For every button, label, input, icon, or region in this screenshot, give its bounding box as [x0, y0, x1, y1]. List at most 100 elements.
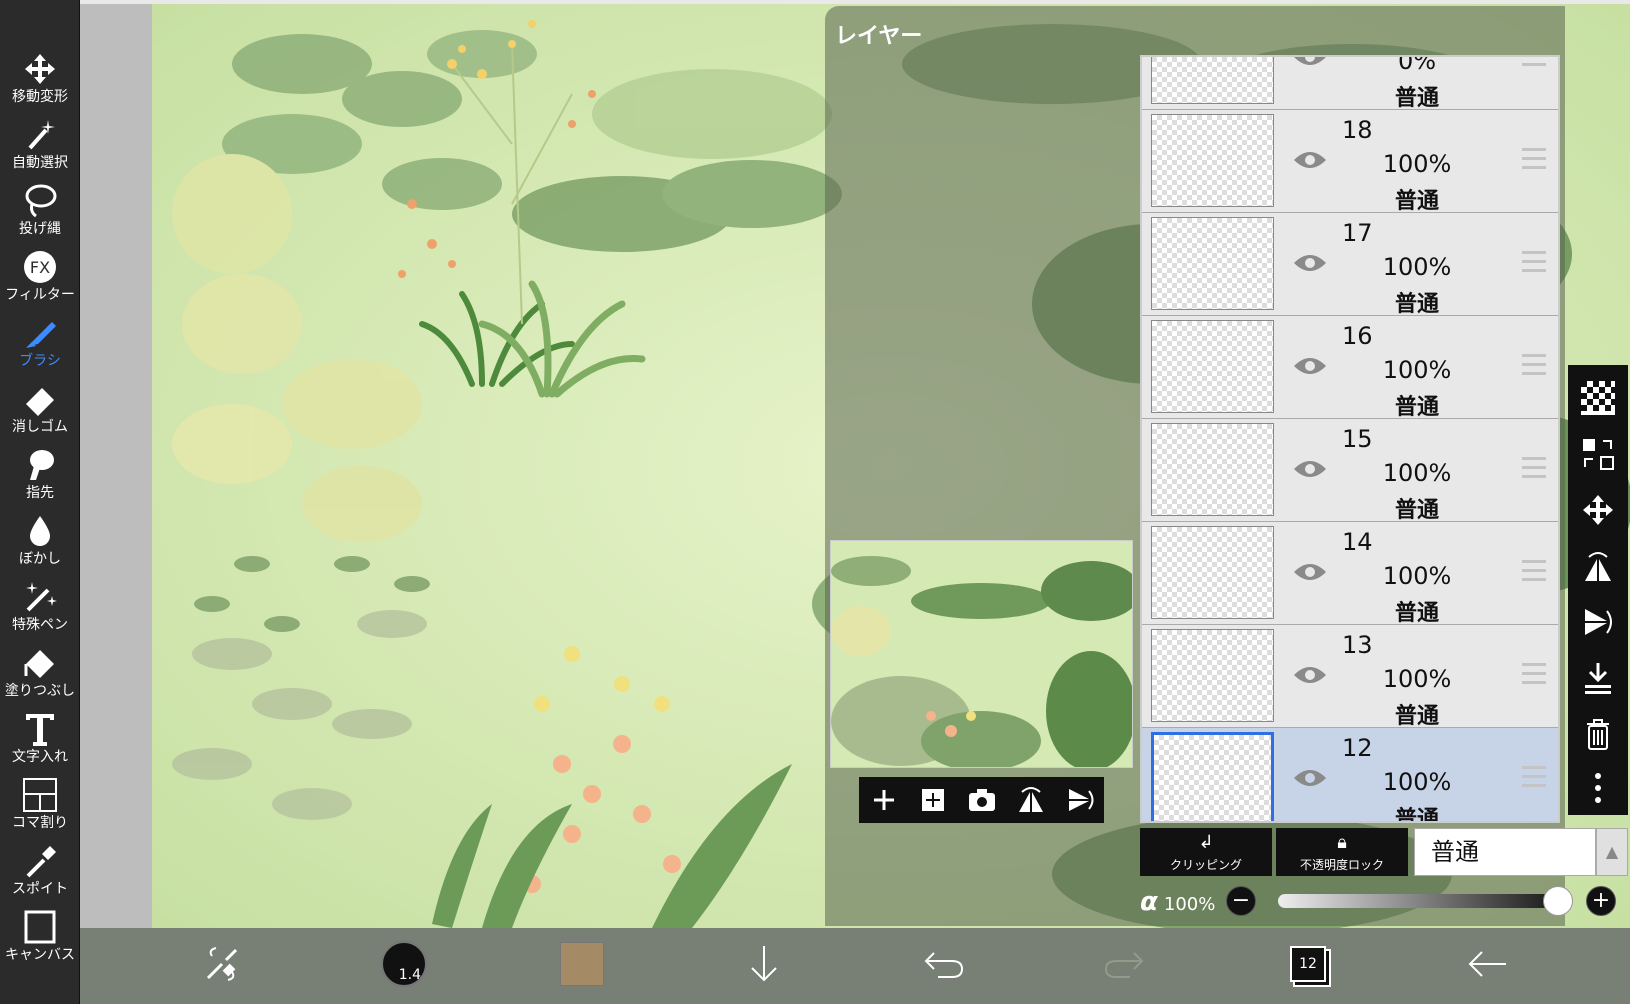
drag-handle-icon[interactable]: [1522, 766, 1546, 788]
undo-icon[interactable]: [918, 938, 970, 990]
tool-text[interactable]: 文字入れ: [0, 706, 80, 770]
layer-row[interactable]: 16 100% 普通: [1142, 316, 1558, 420]
finger-smudge-icon: [0, 446, 80, 484]
layer-blend-mode: 普通: [1394, 704, 1439, 729]
tool-blur[interactable]: ぼかし: [0, 508, 80, 572]
back-arrow-icon[interactable]: [1462, 938, 1514, 990]
tool-brush[interactable]: ブラシ: [0, 310, 80, 374]
clipping-button[interactable]: ↲ クリッピング: [1140, 828, 1272, 876]
bottom-bar: [80, 928, 1630, 1004]
clipping-arrow-icon: ↲: [1198, 832, 1214, 853]
merge-down-icon[interactable]: [1568, 653, 1628, 703]
eye-visibility-icon[interactable]: [1292, 55, 1328, 69]
tool-move-transform[interactable]: 移動変形: [0, 46, 80, 110]
alpha-slider-knob[interactable]: [1543, 886, 1573, 916]
flip-v-layer-icon[interactable]: [1568, 597, 1628, 647]
eye-visibility-icon[interactable]: [1292, 560, 1328, 584]
tool-label: スポイト: [12, 881, 68, 897]
tool-finger[interactable]: 指先: [0, 442, 80, 506]
tool-label: 自動選択: [12, 155, 68, 171]
layer-list[interactable]: 0% 普通 18 100% 普通 17 100% 普通 16 100% 普通 1…: [1140, 55, 1560, 823]
alpha-slider[interactable]: [1278, 894, 1568, 908]
tool-panel-divide[interactable]: コマ割り: [0, 772, 80, 836]
brush-swap-icon[interactable]: [196, 938, 248, 990]
drag-handle-icon[interactable]: [1522, 148, 1546, 170]
tool-lasso[interactable]: 投げ縄: [0, 178, 80, 242]
fill-bucket-icon: [0, 644, 80, 682]
move-layer-icon[interactable]: [1568, 485, 1628, 535]
layer-blend-mode: 普通: [1394, 189, 1439, 214]
drag-handle-icon[interactable]: [1522, 57, 1546, 67]
alpha-value: 100%: [1163, 894, 1216, 915]
layer-thumbnail: [1151, 629, 1274, 722]
layer-blend-mode: 普通: [1394, 498, 1439, 523]
arrow-down-icon[interactable]: [738, 938, 790, 990]
tool-label: ブラシ: [19, 353, 61, 369]
add-special-layer-icon[interactable]: [915, 782, 951, 818]
layer-row[interactable]: 14 100% 普通: [1142, 522, 1558, 626]
drag-handle-icon[interactable]: [1522, 663, 1546, 685]
tool-label: 文字入れ: [12, 749, 68, 765]
layer-thumbnail: [1151, 114, 1274, 207]
drag-handle-icon[interactable]: [1522, 251, 1546, 273]
layer-opacity: 0%: [1397, 55, 1437, 75]
flip-horizontal-icon[interactable]: [1013, 782, 1049, 818]
tool-canvas[interactable]: キャンバス: [0, 904, 80, 968]
layer-opacity: 100%: [1382, 253, 1452, 281]
layer-opacity: 100%: [1382, 665, 1452, 693]
layer-blend-mode: 普通: [1394, 601, 1439, 626]
layer-row-selected[interactable]: 12 100% 普通: [1142, 728, 1558, 821]
redo-icon[interactable]: [1098, 938, 1150, 990]
brush-size-indicator[interactable]: 1.4: [378, 938, 430, 990]
drag-handle-icon[interactable]: [1522, 457, 1546, 479]
camera-import-icon[interactable]: [964, 782, 1000, 818]
flip-h-layer-icon[interactable]: [1568, 541, 1628, 591]
layer-row[interactable]: 18 100% 普通: [1142, 110, 1558, 214]
tool-label: フィルター: [5, 287, 75, 303]
tool-eyedropper[interactable]: スポイト: [0, 838, 80, 902]
opacity-lock-button[interactable]: 🔒︎ 不透明度ロック: [1276, 828, 1408, 876]
eye-visibility-icon[interactable]: [1292, 354, 1328, 378]
drag-handle-icon[interactable]: [1522, 560, 1546, 582]
tool-special-pen[interactable]: 特殊ペン: [0, 574, 80, 638]
tool-label: 投げ縄: [19, 221, 61, 237]
blend-mode-select[interactable]: 普通: [1414, 828, 1596, 876]
tool-filter[interactable]: FX フィルター: [0, 244, 80, 308]
trash-icon[interactable]: [1568, 709, 1628, 759]
text-tool-icon: [0, 710, 80, 748]
transparency-checker-icon[interactable]: [1568, 373, 1628, 423]
eye-visibility-icon[interactable]: [1292, 457, 1328, 481]
layer-swap-icon[interactable]: [1568, 429, 1628, 479]
layer-row[interactable]: 13 100% 普通: [1142, 625, 1558, 729]
tool-eraser[interactable]: 消しゴム: [0, 376, 80, 440]
flip-vertical-icon[interactable]: [1062, 782, 1098, 818]
layers-count-button[interactable]: 12: [1282, 938, 1334, 990]
layer-thumbnail: [1151, 732, 1274, 821]
eye-visibility-icon[interactable]: [1292, 148, 1328, 172]
eye-visibility-icon[interactable]: [1292, 251, 1328, 275]
canvas-preview-thumbnail[interactable]: [830, 540, 1133, 768]
drag-handle-icon[interactable]: [1522, 354, 1546, 376]
alpha-symbol: α: [1140, 887, 1158, 917]
eye-visibility-icon[interactable]: [1292, 766, 1328, 790]
tool-auto-select[interactable]: 自動選択: [0, 112, 80, 176]
alpha-readout: α 100%: [1140, 887, 1215, 917]
fx-filter-icon: FX: [0, 248, 80, 286]
layer-row[interactable]: 0% 普通: [1142, 55, 1558, 111]
color-swatch-button[interactable]: [556, 938, 608, 990]
alpha-increase-button[interactable]: +: [1586, 886, 1616, 916]
add-layer-icon[interactable]: [866, 782, 902, 818]
layer-opacity: 100%: [1382, 150, 1452, 178]
tool-fill[interactable]: 塗りつぶし: [0, 640, 80, 704]
brush-icon: [0, 314, 80, 352]
layer-number: 18: [1342, 116, 1373, 144]
canvas-gutter: [80, 4, 152, 928]
chevron-up-icon[interactable]: ▲: [1596, 828, 1628, 876]
blur-drop-icon: [0, 512, 80, 550]
layer-row[interactable]: 15 100% 普通: [1142, 419, 1558, 523]
more-vertical-icon[interactable]: [1568, 763, 1628, 813]
lasso-icon: [0, 182, 80, 220]
alpha-decrease-button[interactable]: −: [1226, 886, 1256, 916]
layer-row[interactable]: 17 100% 普通: [1142, 213, 1558, 317]
eye-visibility-icon[interactable]: [1292, 663, 1328, 687]
